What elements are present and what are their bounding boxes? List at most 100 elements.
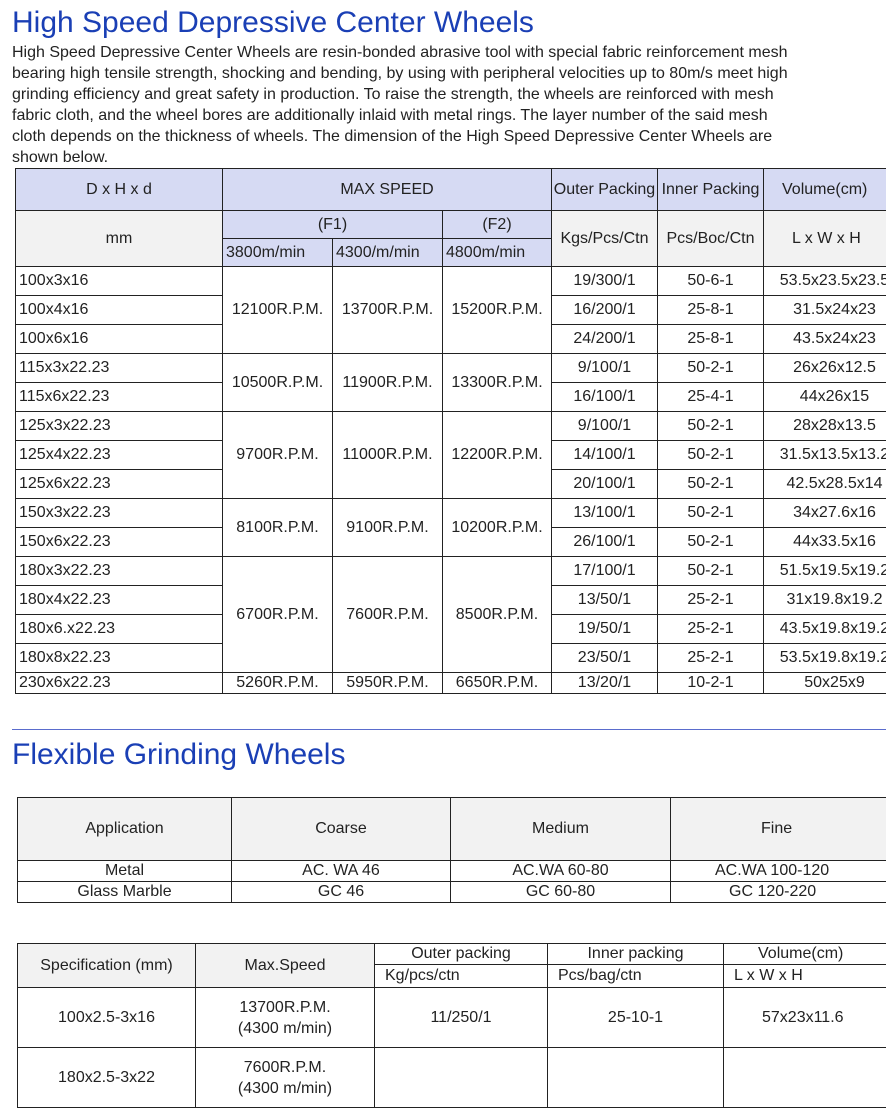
- cell-outer-packing: 13/100/1: [551, 498, 658, 528]
- header-speed-4800: 4800m/min: [442, 238, 552, 267]
- cell-m-min: (4300 m/min): [237, 1079, 333, 1097]
- cell-inner-packing: 50-2-1: [657, 469, 764, 499]
- header-medium: Medium: [450, 797, 671, 861]
- header-volume: Volume(cm): [763, 168, 886, 211]
- header-fine: Fine: [670, 797, 886, 861]
- cell-volume: 31.5x24x23: [763, 295, 886, 325]
- header-dim: D x H x d: [15, 168, 223, 211]
- cell-volume: 57x23x11.6: [723, 987, 886, 1048]
- header-pcs: Pcs/Boc/Ctn: [657, 210, 764, 267]
- cell-outer-packing: 17/100/1: [551, 556, 658, 586]
- header-lwh: L x W x H: [763, 210, 886, 267]
- cell-volume: 50x25x9: [763, 672, 886, 694]
- cell-inner-packing: 50-2-1: [657, 353, 764, 383]
- cell-speed-f1-3800: 12100R.P.M.: [222, 266, 333, 354]
- table-row: 125x3x22.23 9700R.P.M. 11000R.P.M. 12200R.P…: [15, 411, 886, 499]
- cell-speed-f1-3800: 10500R.P.M.: [222, 353, 333, 412]
- cell-volume: 26x26x12.5: [763, 353, 886, 383]
- cell-speed-f1-4300: 11900R.P.M.: [332, 353, 443, 412]
- cell-dimension: 100x4x16: [15, 295, 223, 325]
- cell-volume: 53.5x23.5x23.5: [763, 266, 886, 296]
- cell-spec: 100x2.5-3x16: [17, 987, 196, 1048]
- header-speed-3800: 3800m/min: [222, 238, 333, 267]
- cell-volume: 31x19.8x19.2: [763, 585, 886, 615]
- cell-inner-packing: 25-2-1: [657, 614, 764, 644]
- header-inner-packing: Inner Packing: [657, 168, 764, 211]
- header-speed-4300: 4300/m/min: [332, 238, 443, 267]
- cell-inner-packing: 25-8-1: [657, 295, 764, 325]
- cell-volume: 34x27.6x16: [763, 498, 886, 528]
- cell-outer-packing: 23/50/1: [551, 643, 658, 673]
- cell-outer: 11/250/1: [374, 987, 548, 1048]
- intro-paragraph: High Speed Depressive Center Wheels are …: [12, 42, 886, 168]
- cell-speed-f1-3800: 9700R.P.M.: [222, 411, 333, 499]
- header-mm: mm: [15, 210, 223, 267]
- cell-speed-f1-4300: 7600R.P.M.: [332, 556, 443, 673]
- cell-speed-f1-3800: 5260R.P.M.: [222, 672, 333, 694]
- cell-coarse: AC. WA 46: [231, 860, 451, 882]
- header-inner-packing: Inner packing: [547, 943, 724, 965]
- cell-m-min: (4300 m/min): [237, 1019, 333, 1037]
- cell-speed-f2-4800: 6650R.P.M.: [442, 672, 552, 694]
- cell-outer-packing: 14/100/1: [551, 440, 658, 470]
- cell-outer: [374, 1047, 548, 1108]
- cell-inner-packing: 50-2-1: [657, 440, 764, 470]
- cell-outer-packing: 13/50/1: [551, 585, 658, 615]
- cell-inner: 25-10-1: [547, 987, 724, 1048]
- cell-volume: 42.5x28.5x14: [763, 469, 886, 499]
- cell-application: Metal: [17, 860, 232, 882]
- cell-speed-f2-4800: 15200R.P.M.: [442, 266, 552, 354]
- header-application: Application: [17, 797, 232, 861]
- cell-coarse: GC 46: [231, 881, 451, 903]
- table-row: Metal AC. WA 46 AC.WA 60-80 AC.WA 100-12…: [17, 860, 886, 882]
- cell-speed-f1-4300: 13700R.P.M.: [332, 266, 443, 354]
- intro-line: High Speed Depressive Center Wheels are …: [12, 44, 788, 61]
- cell-dimension: 150x6x22.23: [15, 527, 223, 557]
- intro-line: shown below.: [12, 149, 109, 166]
- cell-speed-f1-3800: 6700R.P.M.: [222, 556, 333, 673]
- header-outer-sub: Kg/pcs/ctn: [374, 964, 548, 988]
- header-kgs: Kgs/Pcs/Ctn: [551, 210, 658, 267]
- cell-dimension: 115x6x22.23: [15, 382, 223, 412]
- cell-dimension: 180x8x22.23: [15, 643, 223, 673]
- cell-speed: 7600R.P.M. (4300 m/min): [195, 1047, 375, 1108]
- table-row: 100x3x16 12100R.P.M. 13700R.P.M. 15200R.P.M…: [15, 266, 886, 354]
- header-f2: (F2): [442, 210, 552, 239]
- intro-line: fabric cloth, and the wheel bores are ad…: [12, 107, 768, 124]
- cell-spec: 180x2.5-3x22: [17, 1047, 196, 1108]
- cell-volume: [723, 1047, 886, 1108]
- cell-volume: 51.5x19.5x19.2: [763, 556, 886, 586]
- cell-outer-packing: 26/100/1: [551, 527, 658, 557]
- cell-speed-f1-4300: 9100R.P.M.: [332, 498, 443, 557]
- cell-inner-packing: 25-8-1: [657, 324, 764, 354]
- cell-volume: 44x26x15: [763, 382, 886, 412]
- cell-outer-packing: 20/100/1: [551, 469, 658, 499]
- cell-inner: [547, 1047, 724, 1108]
- cell-dimension: 125x3x22.23: [15, 411, 223, 441]
- cell-volume: 43.5x19.8x19.2: [763, 614, 886, 644]
- application-table: Application Coarse Medium Fine Metal AC.…: [17, 797, 886, 903]
- cell-speed-f2-4800: 13300R.P.M.: [442, 353, 552, 412]
- table-row: 180x2.5-3x22 7600R.P.M. (4300 m/min): [17, 1047, 886, 1108]
- cell-fine: AC.WA 100-120: [670, 860, 886, 882]
- cell-speed-f2-4800: 8500R.P.M.: [442, 556, 552, 673]
- cell-inner-packing: 25-2-1: [657, 585, 764, 615]
- intro-line: cloth depends on the thickness of wheels…: [12, 128, 773, 145]
- table-row: 180x3x22.23 6700R.P.M. 7600R.P.M. 8500R.P.M…: [15, 556, 886, 673]
- cell-outer-packing: 16/100/1: [551, 382, 658, 412]
- cell-dimension: 125x4x22.23: [15, 440, 223, 470]
- cell-inner-packing: 25-4-1: [657, 382, 764, 412]
- cell-volume: 43.5x24x23: [763, 324, 886, 354]
- cell-speed-f1-4300: 5950R.P.M.: [332, 672, 443, 694]
- header-specification: Specification (mm): [17, 943, 196, 988]
- cell-dimension: 100x3x16: [15, 266, 223, 296]
- section-title: High Speed Depressive Center Wheels: [12, 6, 534, 39]
- cell-inner-packing: 50-2-1: [657, 498, 764, 528]
- cell-outer-packing: 13/20/1: [551, 672, 658, 694]
- cell-speed-f2-4800: 12200R.P.M.: [442, 411, 552, 499]
- cell-outer-packing: 16/200/1: [551, 295, 658, 325]
- section-divider: [12, 729, 886, 730]
- table-row: Glass Marble GC 46 GC 60-80 GC 120-220: [17, 881, 886, 903]
- cell-medium: AC.WA 60-80: [450, 860, 671, 882]
- header-max-speed: Max.Speed: [195, 943, 375, 988]
